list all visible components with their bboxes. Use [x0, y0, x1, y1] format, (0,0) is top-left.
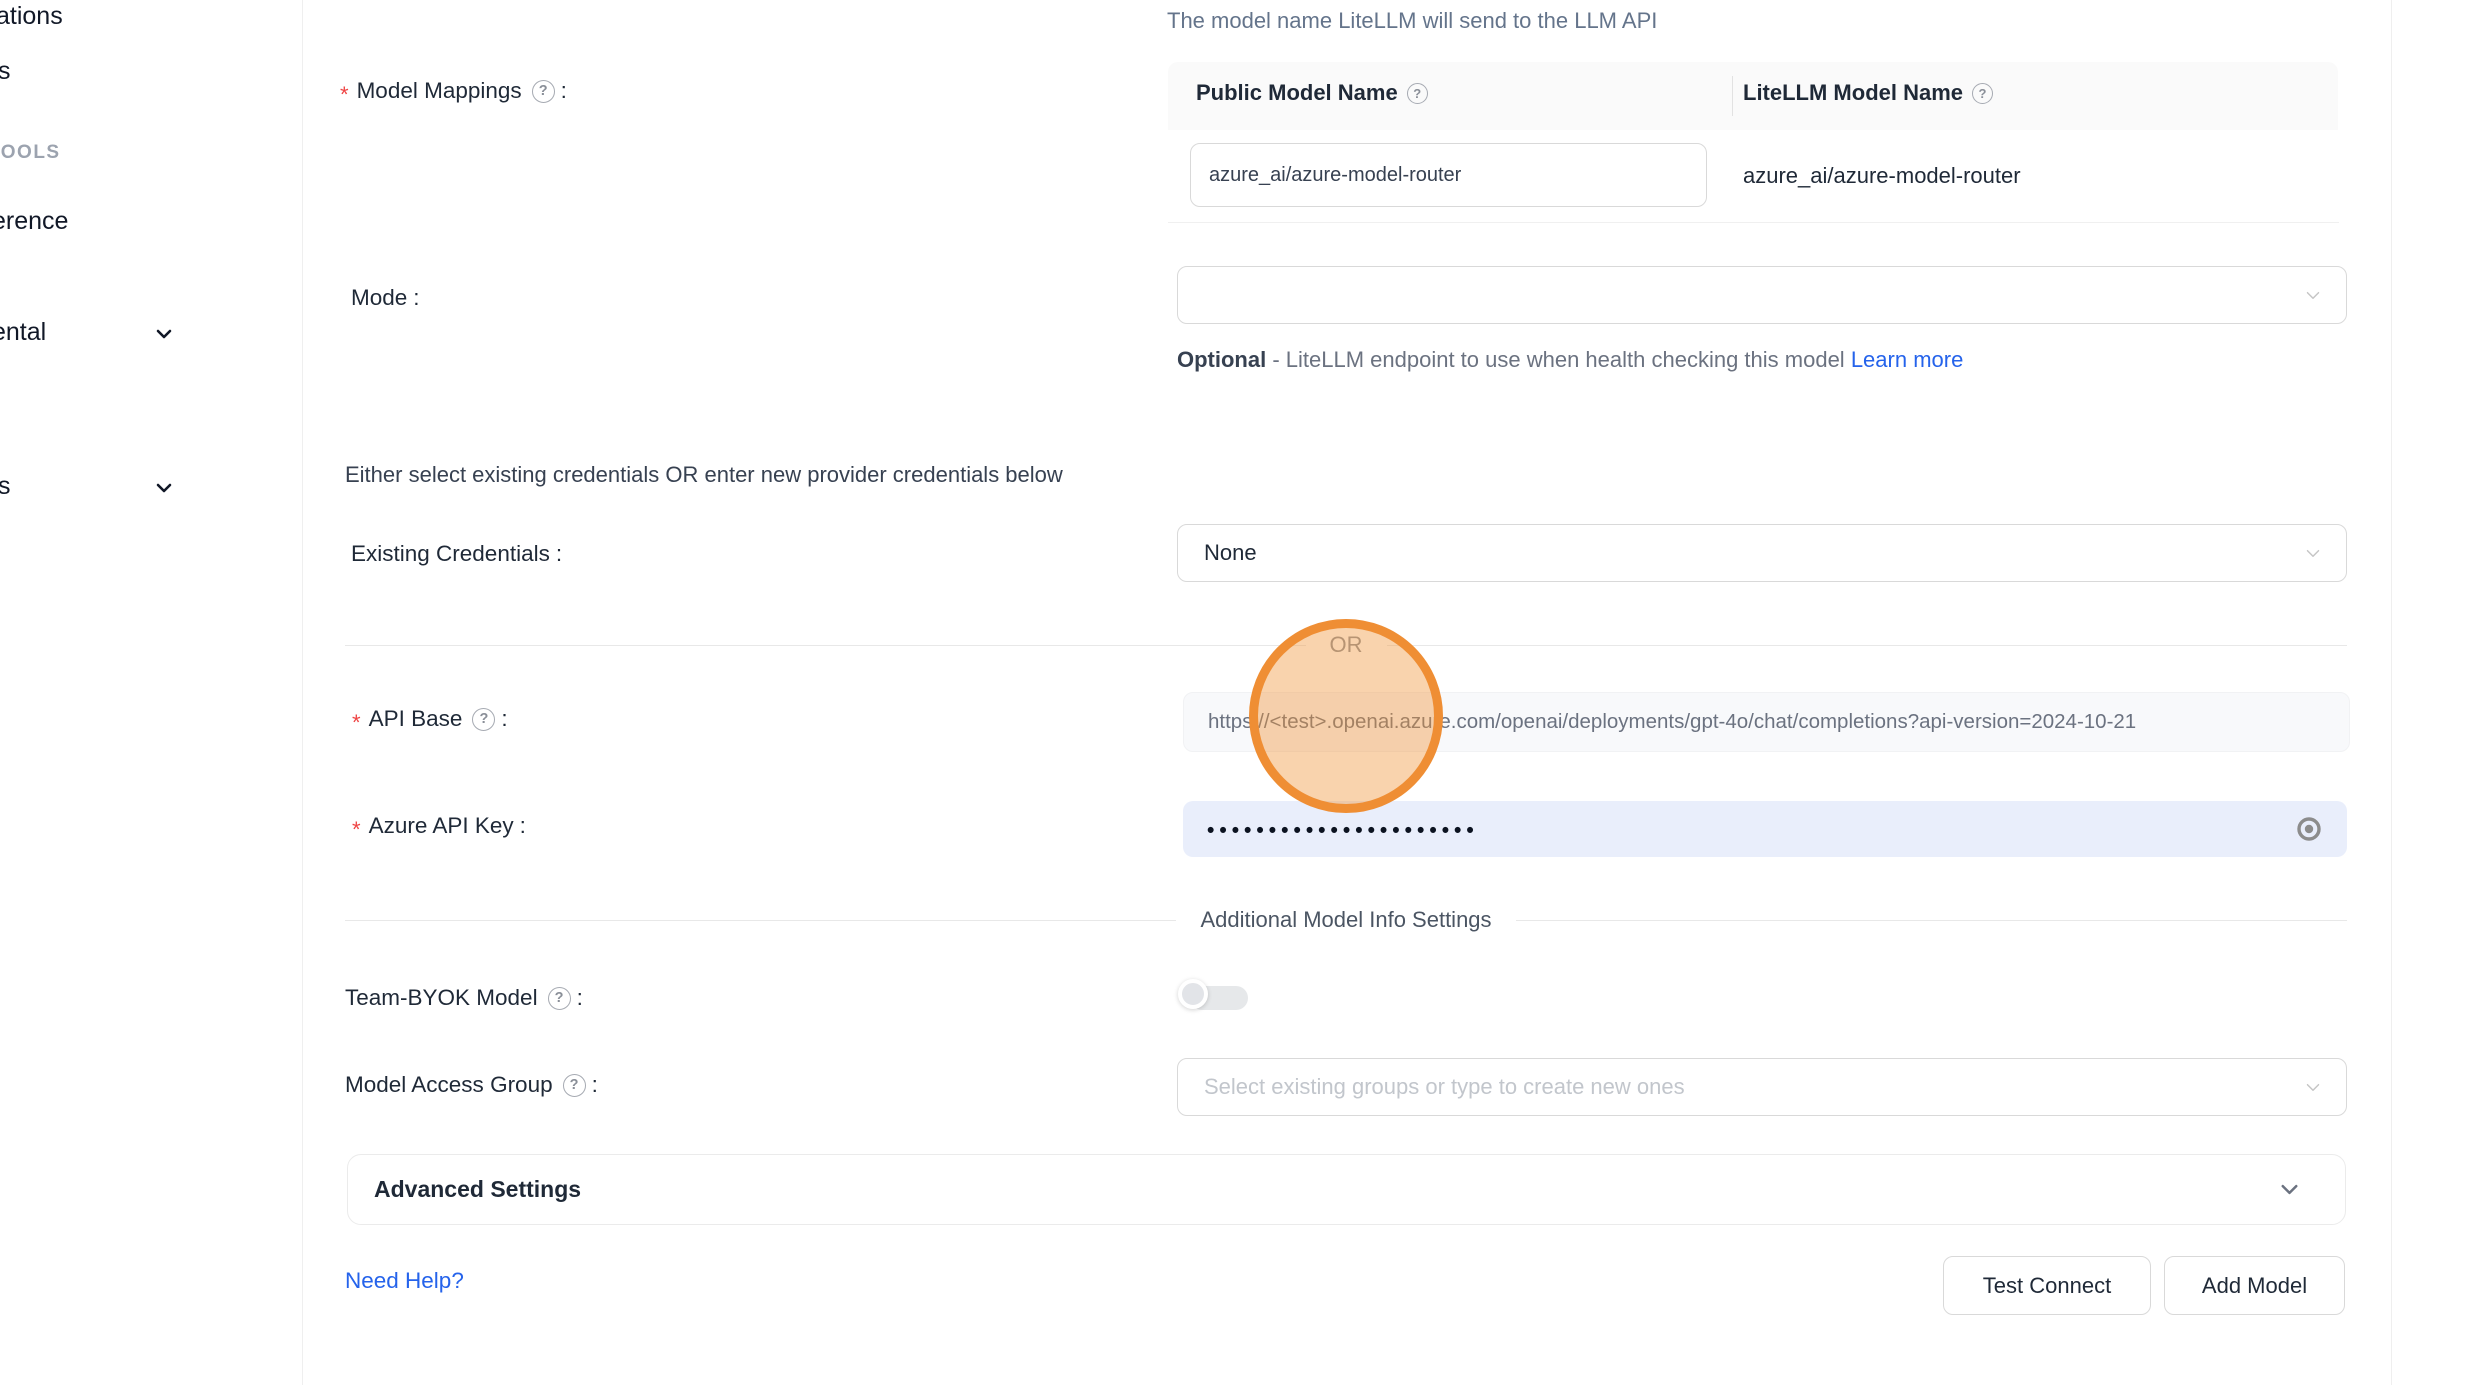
help-icon[interactable]: ? — [532, 80, 555, 103]
additional-settings-divider: Additional Model Info Settings — [345, 905, 2347, 935]
table-bottom-border — [1168, 222, 2339, 223]
sidebar-item-clipped-4[interactable]: ental — [0, 318, 46, 347]
chevron-down-icon[interactable] — [152, 322, 176, 351]
help-bold-text: Optional — [1177, 347, 1266, 372]
column-divider — [1732, 76, 1733, 116]
api-base-label: * API Base ? : — [352, 703, 508, 735]
chevron-down-icon — [2302, 284, 2324, 306]
add-model-form-screen: ations s TOOLS erence ental s The model … — [0, 0, 2477, 1385]
sidebar-item-clipped-1[interactable]: ations — [0, 2, 63, 31]
credentials-note: Either select existing credentials OR en… — [345, 462, 1063, 488]
public-model-name-input[interactable]: azure_ai/azure-model-router — [1190, 143, 1707, 207]
label-colon: : — [561, 78, 567, 104]
advanced-settings-title: Advanced Settings — [374, 1176, 581, 1203]
label-colon: : — [577, 985, 583, 1011]
model-access-group-select[interactable]: Select existing groups or type to create… — [1177, 1058, 2347, 1116]
eye-icon[interactable] — [2295, 815, 2323, 848]
help-body-text: - LiteLLM endpoint to use when health ch… — [1266, 347, 1851, 372]
api-base-input[interactable]: https://<test>.openai.azure.com/openai/d… — [1183, 692, 2350, 752]
mode-help-text: Optional - LiteLLM endpoint to use when … — [1177, 340, 2007, 380]
sidebar-item-clipped-5[interactable]: s — [0, 472, 11, 501]
model-access-group-placeholder: Select existing groups or type to create… — [1204, 1074, 1685, 1100]
help-glyph: ? — [1413, 87, 1421, 100]
mode-label: Mode : — [351, 282, 420, 314]
model-mappings-label: * Model Mappings ? : — [340, 75, 567, 107]
label-colon: : — [520, 813, 526, 839]
field-label-text: Model Access Group — [345, 1072, 553, 1098]
label-colon: : — [592, 1072, 598, 1098]
existing-credentials-label: Existing Credentials : — [351, 538, 562, 570]
additional-settings-title: Additional Model Info Settings — [1176, 907, 1515, 933]
help-icon[interactable]: ? — [472, 708, 495, 731]
sidebar-item-clipped-3[interactable]: erence — [0, 207, 68, 236]
help-glyph: ? — [539, 84, 548, 99]
content-left-border — [302, 0, 303, 1385]
label-colon: : — [556, 541, 562, 567]
sidebar-item-clipped-2[interactable]: s — [0, 57, 11, 86]
help-icon[interactable]: ? — [563, 1074, 586, 1097]
column-header-litellm-model-name: LiteLLM Model Name ? — [1743, 80, 1993, 106]
required-asterisk: * — [352, 817, 361, 843]
or-divider: OR — [345, 632, 2347, 658]
need-help-link[interactable]: Need Help? — [345, 1268, 464, 1294]
help-icon[interactable]: ? — [1407, 83, 1428, 104]
advanced-settings-header[interactable]: Advanced Settings — [347, 1154, 2346, 1225]
divider-line — [1387, 645, 2348, 646]
team-byok-toggle[interactable] — [1178, 978, 1252, 1018]
help-icon[interactable]: ? — [1972, 83, 1993, 104]
help-icon[interactable]: ? — [548, 987, 571, 1010]
field-label-text: Team-BYOK Model — [345, 985, 538, 1011]
chevron-down-icon — [2302, 1076, 2324, 1098]
button-label: Add Model — [2202, 1273, 2307, 1299]
existing-credentials-value: None — [1204, 540, 1257, 566]
required-asterisk: * — [340, 82, 349, 108]
column-header-text: Public Model Name — [1196, 80, 1398, 106]
field-label-text: Azure API Key — [369, 813, 514, 839]
add-model-button[interactable]: Add Model — [2164, 1256, 2345, 1315]
column-header-public-model-name: Public Model Name ? — [1196, 80, 1428, 106]
public-model-name-value: azure_ai/azure-model-router — [1209, 164, 1461, 187]
sidebar-section-tools: TOOLS — [0, 142, 61, 164]
help-glyph: ? — [1979, 87, 1987, 100]
masked-api-key-value: •••••••••••••••••••••• — [1207, 819, 1479, 843]
mode-select[interactable] — [1177, 266, 2347, 324]
litellm-model-name-value: azure_ai/azure-model-router — [1743, 163, 2021, 189]
field-label-text: Mode — [351, 285, 407, 311]
team-byok-label: Team-BYOK Model ? : — [345, 982, 583, 1014]
field-label-text: Existing Credentials — [351, 541, 550, 567]
help-glyph: ? — [570, 1078, 579, 1093]
toggle-knob — [1178, 979, 1208, 1009]
learn-more-link[interactable]: Learn more — [1851, 347, 1964, 372]
existing-credentials-select[interactable]: None — [1177, 524, 2347, 582]
help-glyph: ? — [479, 712, 488, 727]
label-colon: : — [413, 285, 419, 311]
required-asterisk: * — [352, 710, 361, 736]
chevron-down-icon — [2276, 1176, 2303, 1203]
chevron-down-icon — [2302, 542, 2324, 564]
chevron-down-icon[interactable] — [152, 476, 176, 505]
or-divider-text: OR — [1306, 632, 1387, 658]
help-glyph: ? — [555, 991, 564, 1006]
field-label-text: Model Mappings — [357, 78, 522, 104]
model-name-hint: The model name LiteLLM will send to the … — [1167, 8, 1657, 34]
model-access-group-label: Model Access Group ? : — [345, 1069, 598, 1101]
label-colon: : — [501, 706, 507, 732]
divider-line — [1516, 920, 2347, 921]
test-connect-button[interactable]: Test Connect — [1943, 1256, 2151, 1315]
azure-api-key-label: * Azure API Key : — [352, 810, 526, 842]
divider-line — [345, 645, 1306, 646]
azure-api-key-input[interactable]: •••••••••••••••••••••• — [1183, 801, 2347, 857]
field-label-text: API Base — [369, 706, 463, 732]
column-header-text: LiteLLM Model Name — [1743, 80, 1963, 106]
content-right-border — [2391, 0, 2392, 1385]
api-base-value: https://<test>.openai.azure.com/openai/d… — [1208, 710, 2136, 734]
button-label: Test Connect — [1983, 1273, 2111, 1299]
divider-line — [345, 920, 1176, 921]
